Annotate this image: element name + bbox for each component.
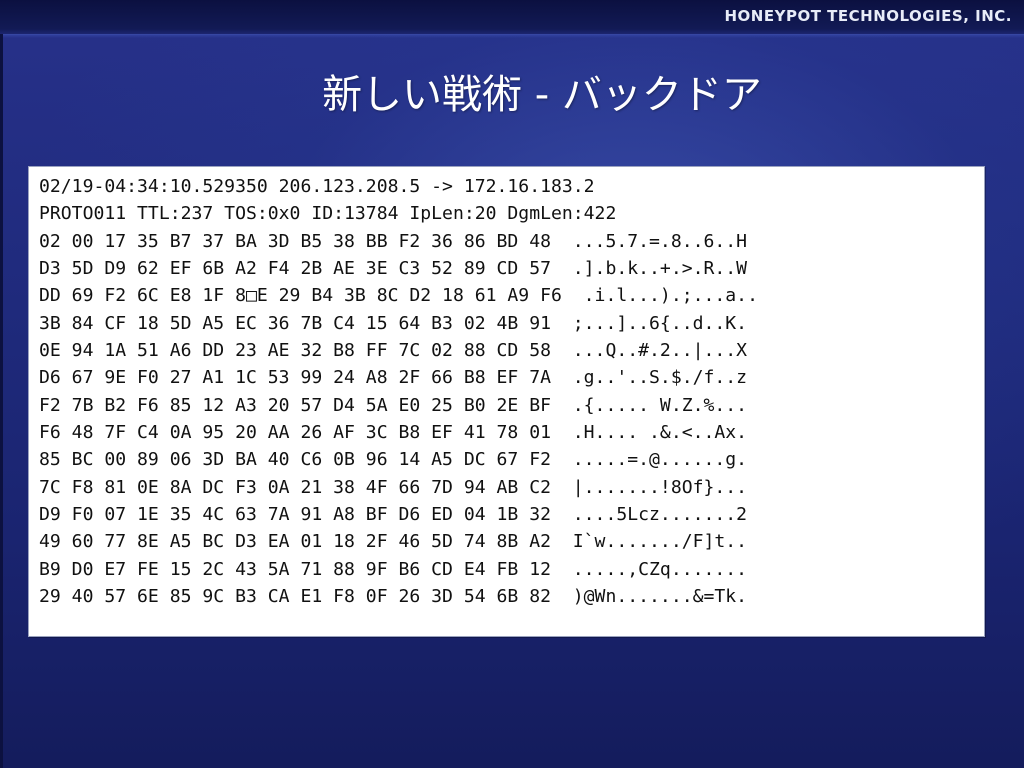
dump-line: F6 48 7F C4 0A 95 20 AA 26 AF 3C B8 EF 4… xyxy=(39,422,748,444)
dump-line: 49 60 77 8E A5 BC D3 EA 01 18 2F 46 5D 7… xyxy=(39,531,748,553)
dump-line: 29 40 57 6E 85 9C B3 CA E1 F8 0F 26 3D 5… xyxy=(39,586,748,608)
dump-line: 3B 84 CF 18 5D A5 EC 36 7B C4 15 64 B3 0… xyxy=(39,312,748,334)
dump-line: 02/19-04:34:10.529350 206.123.208.5 -> 1… xyxy=(39,176,595,197)
slide-title: 新しい戦術 - バックドア xyxy=(322,72,762,118)
dump-line: 7C F8 81 0E 8A DC F3 0A 21 38 4F 66 7D 9… xyxy=(39,476,748,498)
dump-line: D3 5D D9 62 EF 6B A2 F4 2B AE 3E C3 52 8… xyxy=(39,258,748,280)
dump-line: 85 BC 00 89 06 3D BA 40 C6 0B 96 14 A5 D… xyxy=(39,449,748,471)
header-band: HONEYPOT TECHNOLOGIES, INC. xyxy=(0,0,1024,38)
dump-line: DD 69 F2 6C E8 1F 8□E 29 B4 3B 8C D2 18 … xyxy=(39,285,758,307)
company-name: HONEYPOT TECHNOLOGIES, INC. xyxy=(724,7,1012,25)
dump-line: D9 F0 07 1E 35 4C 63 7A 91 A8 BF D6 ED 0… xyxy=(39,504,748,526)
dump-line: D6 67 9E F0 27 A1 1C 53 99 24 A8 2F 66 B… xyxy=(39,367,748,389)
dump-line: 02 00 17 35 B7 37 BA 3D B5 38 BB F2 36 8… xyxy=(39,230,748,252)
slide: HONEYPOT TECHNOLOGIES, INC. 新しい戦術 - バックド… xyxy=(0,0,1024,768)
packet-dump-box: 02/19-04:34:10.529350 206.123.208.5 -> 1… xyxy=(28,166,985,637)
dump-line: B9 D0 E7 FE 15 2C 43 5A 71 88 9F B6 CD E… xyxy=(39,558,748,580)
dump-line: F2 7B B2 F6 85 12 A3 20 57 D4 5A E0 25 B… xyxy=(39,394,748,416)
dump-line: PROTO011 TTL:237 TOS:0x0 ID:13784 IpLen:… xyxy=(39,203,617,225)
left-edge-decoration xyxy=(0,34,3,768)
dump-line: 0E 94 1A 51 A6 DD 23 AE 32 B8 FF 7C 02 8… xyxy=(39,340,748,362)
